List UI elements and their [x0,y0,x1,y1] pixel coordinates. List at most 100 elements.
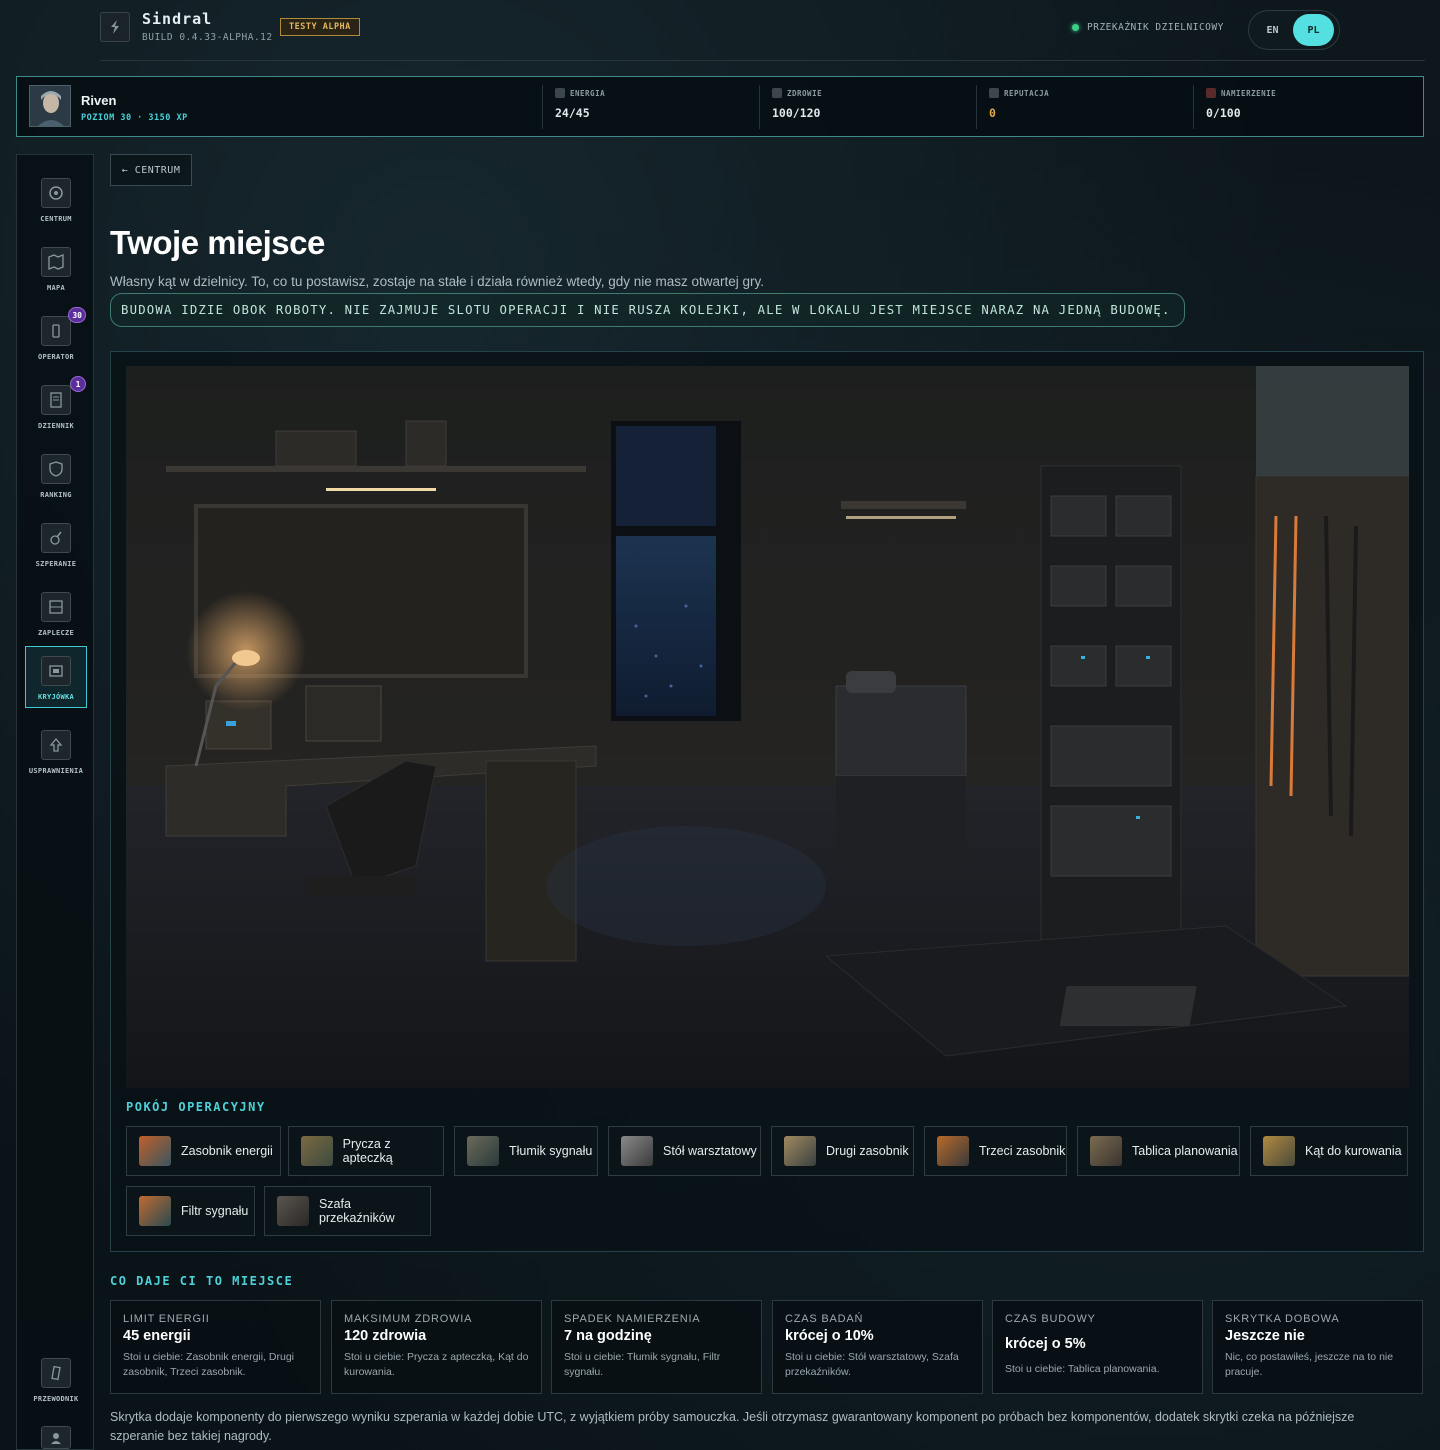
benefit-card: CZAS BADAŃ krócej o 10% Stoi u ciebie: S… [772,1300,983,1394]
stat-label: ENERGIA [570,88,606,98]
room-title: POKÓJ OPERACYJNY [126,1100,266,1114]
journal-icon: 1 [41,376,86,415]
filter-icon [139,1196,171,1226]
relay-cabinet-icon [277,1196,309,1226]
room-item-kat-kurowania[interactable]: Kąt do kurowania [1250,1126,1408,1176]
room-item-label: Filtr sygnału [181,1204,249,1218]
sidebar-item-dziennik[interactable]: 1 DZIENNIK [25,376,87,438]
benefit-label: CZAS BUDOWY [1005,1313,1096,1325]
radar-icon [41,178,71,208]
sidebar-item-mapa[interactable]: MAPA [25,238,87,300]
benefit-desc: Stoi u ciebie: Prycza z apteczką, Kąt do… [344,1351,529,1378]
benefit-card: CZAS BUDOWY krócej o 5% Stoi u ciebie: T… [992,1300,1203,1394]
benefit-value: krócej o 5% [1005,1336,1086,1352]
benefit-label: LIMIT ENERGII [123,1313,210,1325]
room-item-label: Prycza z apteczką [342,1137,393,1165]
sidebar-item-kryjowka[interactable]: KRYJÓWKA [25,646,87,708]
stat-label: REPUTACJA [1004,88,1050,98]
bed-icon [301,1136,333,1166]
stat-value: 0/100 [1206,106,1241,120]
app-logo-icon [100,11,130,42]
footnote: Skrytka dodaje komponenty do pierwszego … [110,1410,1355,1444]
battery-icon [139,1136,171,1166]
sidebar-item-label: KRYJÓWKA [37,693,75,701]
health-icon [772,88,782,98]
benefit-label: SKRYTKA DOBOWA [1225,1313,1340,1325]
build-info-chip: BUDOWA IDZIE OBOK ROBOTY. NIE ZAJMUJE SL… [110,293,1185,327]
benefit-value: 7 na godzinę [564,1328,652,1344]
alpha-badge: TESTY ALPHA [280,18,360,36]
room-item-zasobnik-energii[interactable]: Zasobnik energii [126,1126,281,1176]
upgrade-icon [41,730,71,760]
sidebar-item-zaplecze[interactable]: ZAPLECZE [25,583,87,645]
sidebar-item-szperanie[interactable]: SZPERANIE [25,514,87,576]
med-icon [1263,1136,1295,1166]
benefit-value: 45 energii [123,1328,191,1344]
sidebar-item-label: PRZEWODNIK [33,1395,79,1403]
room-item-label: Zasobnik energii [181,1144,273,1158]
energy-icon [555,88,565,98]
stat-value: 24/45 [555,106,590,120]
sidebar-item-operator[interactable]: 30 OPERATOR [25,307,87,369]
room-item-filtr[interactable]: Filtr sygnału [126,1186,255,1236]
sidebar: CENTRUM MAPA 30 OPERATOR 1 DZIENNIK RANK… [16,154,94,1450]
room-item-label: Trzeci zasobnik [979,1144,1066,1158]
sidebar-item-centrum[interactable]: CENTRUM [25,169,87,231]
room-item-szafa[interactable]: Szafa przekaźników [264,1186,431,1236]
benefit-desc: Stoi u ciebie: Zasobnik energii, Drugi z… [123,1351,295,1378]
benefit-desc: Stoi u ciebie: Tablica planowania. [1005,1363,1160,1375]
sidebar-item-profile[interactable] [25,1417,87,1449]
benefit-value: Jeszcze nie [1225,1328,1305,1344]
room-item-tlumik[interactable]: Tłumik sygnału [454,1126,598,1176]
sidebar-item-label: RANKING [40,491,72,499]
sidebar-item-label: OPERATOR [37,353,75,361]
benefit-label: CZAS BADAŃ [785,1313,864,1325]
stat-health: ZDROWIE 100/120 [759,85,976,129]
benefit-desc: Stoi u ciebie: Tłumik sygnału, Filtr syg… [564,1351,721,1378]
room-item-label: Szafa przekaźników [318,1197,395,1225]
room-item-label: Kąt do kurowania [1305,1144,1402,1158]
stat-energy: ENERGIA 24/45 [542,85,759,129]
room-panel: POKÓJ OPERACYJNY Zasobnik energii Prycza… [110,351,1424,1252]
room-item-tablica[interactable]: Tablica planowania [1077,1126,1240,1176]
lang-en-button[interactable]: EN [1252,14,1293,46]
sidebar-item-label: SZPERANIE [35,560,77,568]
avatar[interactable] [29,85,71,127]
back-button[interactable]: ← CENTRUM [110,154,192,186]
benefit-desc: Nic, co postawiłeś, jeszcze na to nie pr… [1225,1351,1394,1378]
benefits-title: CO DAJE CI TO MIEJSCE [110,1274,294,1288]
operator-icon: 30 [41,307,86,346]
sidebar-item-label: ZAPLECZE [37,629,75,637]
benefit-value: krócej o 10% [785,1328,874,1344]
benefit-desc: Stoi u ciebie: Stół warsztatowy, Szafa p… [785,1351,959,1378]
room-item-prycza[interactable]: Prycza z apteczką [288,1126,444,1176]
lang-pl-button[interactable]: PL [1293,14,1334,46]
app-build: BUILD 0.4.33-ALPHA.12 [142,32,273,43]
room-item-drugi-zasobnik[interactable]: Drugi zasobnik [771,1126,914,1176]
relay-label: PRZEKAŹNIK DZIELNICOWY [1087,22,1224,33]
stat-label: NAMIERZENIE [1221,88,1277,98]
room-item-label: Drugi zasobnik [826,1144,909,1158]
workbench-icon [621,1136,653,1166]
stat-value: 100/120 [772,106,821,120]
journal-badge: 1 [70,376,86,392]
benefit-card: MAKSIMUM ZDROWIA 120 zdrowia Stoi u cieb… [331,1300,542,1394]
sidebar-item-usprawnienia[interactable]: USPRAWNIENIA [25,721,87,783]
sidebar-item-label: USPRAWNIENIA [28,767,84,775]
shield-icon [41,454,71,484]
scavenge-icon [41,523,71,553]
player-bar: Riven POZIOM 30 · 3150 XP ENERGIA 24/45 … [16,76,1424,137]
tracking-icon [1206,88,1216,98]
sidebar-item-label: CENTRUM [40,215,72,223]
storage-icon [41,592,71,622]
top-bar: Sindral BUILD 0.4.33-ALPHA.12 TESTY ALPH… [0,0,1440,62]
player-name: Riven [81,93,117,108]
stat-reputation: REPUTACJA 0 [976,85,1193,129]
room-item-stol[interactable]: Stół warsztatowy [608,1126,761,1176]
player-level: POZIOM 30 · 3150 XP [81,113,188,123]
sidebar-item-ranking[interactable]: RANKING [25,445,87,507]
stat-value: 0 [989,106,996,120]
board-icon [1090,1136,1122,1166]
room-item-trzeci-zasobnik[interactable]: Trzeci zasobnik [924,1126,1067,1176]
sidebar-item-przewodnik[interactable]: PRZEWODNIK [25,1349,87,1411]
